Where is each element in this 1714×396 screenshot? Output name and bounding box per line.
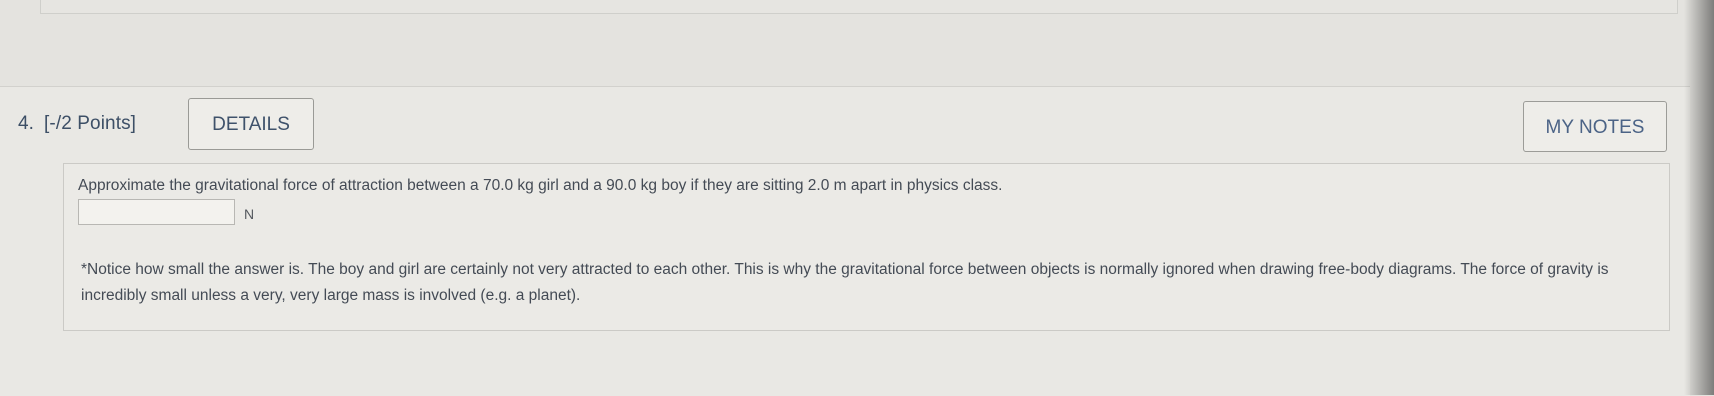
question-points: [-/2 Points] [44,113,137,134]
my-notes-button[interactable]: MY NOTES [1523,101,1667,152]
notice-text: *Notice how small the answer is. The boy… [81,261,1609,304]
question-header: 4. [-/2 Points] [18,113,136,135]
previous-question-panel [40,0,1678,14]
screen-edge-shadow [1684,0,1714,395]
details-button[interactable]: DETAILS [188,98,314,150]
answer-unit-label: N [244,206,255,222]
question-prompt: Approximate the gravitational force of a… [78,177,1003,194]
question-number: 4. [18,113,35,134]
answer-input[interactable] [78,199,235,225]
